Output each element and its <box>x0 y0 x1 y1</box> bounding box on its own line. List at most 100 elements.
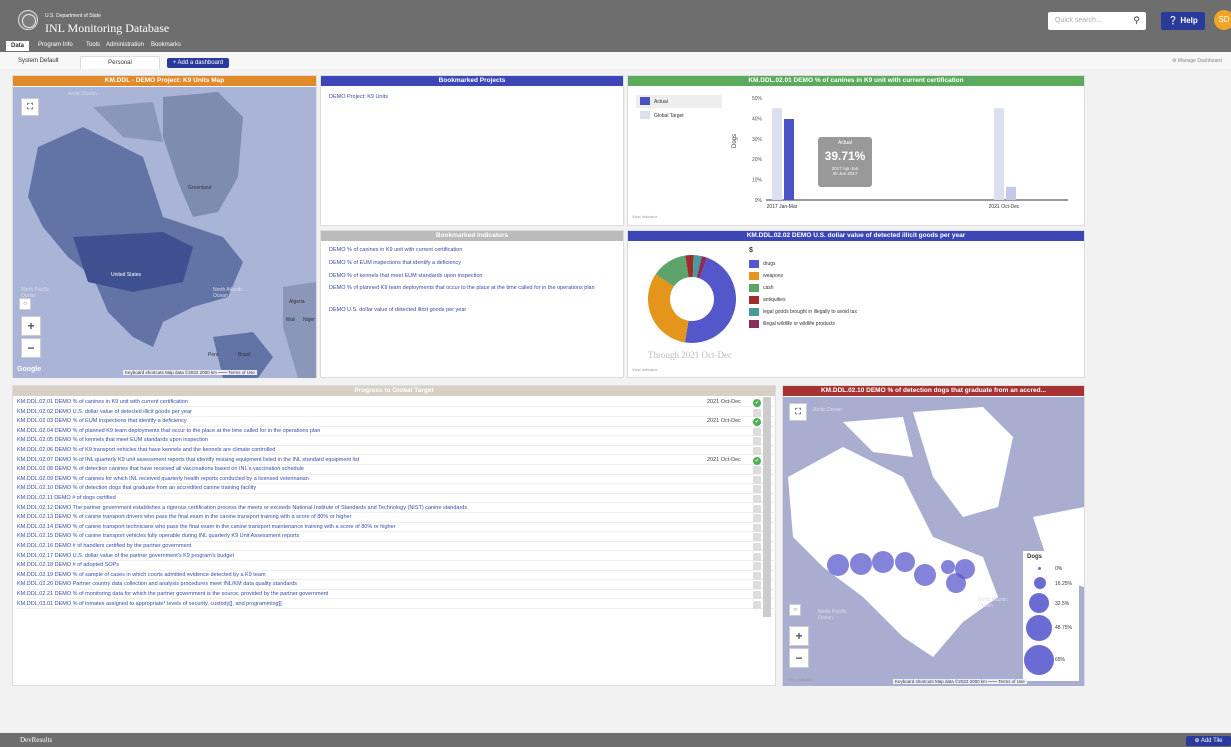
graduation-map[interactable]: Arctic Ocean North Pacific Ocean North A… <box>783 397 1084 686</box>
view-indicator-button[interactable]: View Indicator <box>788 677 813 682</box>
status-box <box>753 514 761 523</box>
indicator-link[interactable]: DEMO % of EUM inspections that identify … <box>329 259 614 268</box>
progress-row[interactable]: KM.DDL.02.02 DEMO U.S. dollar value of d… <box>17 408 777 417</box>
progress-row[interactable]: KM.DDL.02.05 DEMO % of kennels that meet… <box>17 436 777 446</box>
progress-row-label: KM.DDL.02.15 DEMO % of canine transport … <box>17 533 300 540</box>
progress-row-label: KM.DDL.02.08 DEMO % of detection canines… <box>17 466 304 473</box>
progress-row[interactable]: KM.DDL.02.11 DEMO # of dogs certified <box>17 494 777 504</box>
nav-tools[interactable]: Tools <box>86 42 100 48</box>
progress-row[interactable]: KM.DDL.02.19 DEMO % of sample of cases i… <box>17 571 777 581</box>
bookmarked-indicators-title: Bookmarked Indicators <box>321 231 623 241</box>
k9-map[interactable]: Arctic Ocean Greenland United States Nor… <box>13 87 316 378</box>
legend-label: legal goods brought in illegally to avoi… <box>763 309 857 315</box>
actual-bar[interactable] <box>784 118 794 200</box>
manage-dashboard-link[interactable]: ⚙ Manage Dashboard <box>1172 58 1222 64</box>
progress-row[interactable]: KM.DDL.02.20 DEMO Partner country data c… <box>17 580 777 590</box>
progress-row[interactable]: KM.DDL.02.01 DEMO % of canines in K9 uni… <box>17 398 777 408</box>
project-link-k9-units[interactable]: DEMO Project: K9 Units <box>329 93 388 102</box>
africa-shape <box>283 282 316 378</box>
north-atlantic-label: North Atlantic Ocean <box>213 287 243 299</box>
progress-row[interactable]: KM.DDL.02.21 DEMO % of monitoring data f… <box>17 590 777 600</box>
legend-circle <box>1026 615 1052 641</box>
progress-row[interactable]: KM.DDL.02.16 DEMO # of handlers certifie… <box>17 542 777 552</box>
arctic-ocean-label: Arctic Ocean <box>68 91 97 97</box>
add-tile-button[interactable]: ⊕ Add Tile <box>1186 736 1231 746</box>
indicator-link[interactable]: DEMO % of kennels that meet EUM standard… <box>329 272 614 281</box>
nav-bookmarks[interactable]: Bookmarks <box>151 42 181 48</box>
add-dashboard-button[interactable]: + Add a dashboard <box>167 58 229 68</box>
legend-value: 65% <box>1055 657 1066 663</box>
indicator-link[interactable]: DEMO U.S. dollar value of detected illic… <box>329 306 614 315</box>
status-box <box>753 571 761 580</box>
legend-target-swatch <box>640 111 650 119</box>
legend-circle <box>1038 567 1041 570</box>
progress-row[interactable]: KM.DDL.03.01 DEMO % of inmates assigned … <box>17 600 777 609</box>
progress-row[interactable]: KM.DDL.02.08 DEMO % of detection canines… <box>17 465 777 475</box>
arctic-ocean-label: Arctic Ocean <box>813 407 842 413</box>
street-view-icon[interactable]: ○ <box>19 298 31 310</box>
progress-row[interactable]: KM.DDL.02.18 DEMO # of adopted SOPs <box>17 561 777 571</box>
indicator-link[interactable]: DEMO % of canines in K9 unit with curren… <box>329 246 614 255</box>
check-icon: ✔ <box>753 418 761 427</box>
tab-personal[interactable]: Personal <box>80 56 160 69</box>
tab-system-default[interactable]: System Default <box>18 58 59 64</box>
nav-data[interactable]: Data <box>6 41 30 51</box>
check-icon: ✔ <box>753 399 761 407</box>
search-icon[interactable]: ⚲ <box>1133 15 1140 26</box>
progress-row[interactable]: KM.DDL.02.07 DEMO % of INL quarterly K9 … <box>17 456 777 465</box>
progress-row-date: 2021 Oct-Dec <box>707 456 741 463</box>
help-button[interactable]: ❔ Help <box>1161 12 1205 30</box>
target-bar[interactable] <box>772 108 782 200</box>
progress-scrollbar[interactable] <box>763 397 771 617</box>
progress-row[interactable]: KM.DDL.02.04 DEMO % of planned K9 team d… <box>17 427 777 437</box>
zoom-out-button[interactable]: − <box>21 338 41 358</box>
progress-row[interactable]: KM.DDL.02.10 DEMO % of detection dogs th… <box>17 484 777 494</box>
progress-row[interactable]: KM.DDL.02.12 DEMO The partner government… <box>17 504 777 513</box>
progress-row[interactable]: KM.DDL.02.03 DEMO % of EUM inspections t… <box>17 417 777 427</box>
bookmarked-projects-title: Bookmarked Projects <box>321 76 623 86</box>
target-bar[interactable] <box>994 108 1004 200</box>
legend-value: 16.25% <box>1055 581 1072 587</box>
donut-slice[interactable] <box>648 274 689 343</box>
indicator-link[interactable]: DEMO % of planned K9 team deployments th… <box>329 285 614 292</box>
progress-row[interactable]: KM.DDL.02.15 DEMO % of canine transport … <box>17 532 777 542</box>
app-title[interactable]: INL Monitoring Database <box>45 21 169 36</box>
progress-row[interactable]: KM.DDL.02.17 DEMO U.S. dollar value of t… <box>17 552 777 561</box>
view-indicator-button[interactable]: View Indicator <box>632 214 657 219</box>
zoom-in-button[interactable]: + <box>21 316 41 336</box>
legend-value: 0% <box>1055 566 1063 572</box>
status-box <box>753 543 761 551</box>
zoom-out-button[interactable]: − <box>789 648 809 668</box>
progress-row[interactable]: KM.DDL.02.09 DEMO % of canines for which… <box>17 475 777 485</box>
nav-administration[interactable]: Administration <box>106 42 144 48</box>
progress-row[interactable]: KM.DDL.02.13 DEMO % of canine transport … <box>17 513 777 523</box>
greenland-label: Greenland <box>188 185 212 191</box>
street-view-icon[interactable]: ○ <box>789 604 801 616</box>
dog-circle <box>827 554 849 576</box>
graduation-map-tile: KM.DDL.02.10 DEMO % of detection dogs th… <box>782 385 1085 686</box>
legend-circle <box>1024 645 1054 675</box>
status-box <box>753 533 761 542</box>
legend-value: 32.5% <box>1055 601 1070 607</box>
status-box <box>753 600 761 609</box>
view-indicator-button[interactable]: View Indicator <box>632 367 657 372</box>
legend-label: drugs <box>763 261 776 267</box>
north-atlantic-label: North Atlantic Ocean <box>978 597 1008 609</box>
y-tick-label: 20% <box>752 157 763 163</box>
actual-bar[interactable] <box>1006 186 1016 200</box>
progress-row[interactable]: KM.DDL.02.14 DEMO % of canine transport … <box>17 523 777 533</box>
quick-search-input[interactable]: Quick search... ⚲ <box>1048 12 1146 30</box>
progress-row[interactable]: KM.DDL.02.06 DEMO % of K9 transport vehi… <box>17 446 777 456</box>
fullscreen-icon[interactable]: ⛶ <box>21 98 39 116</box>
chart-tooltip: Actual 39.71% 2017 Apr-Jun 30 Jun 2017 <box>818 137 872 187</box>
nav-program-info[interactable]: Program Info <box>38 42 73 48</box>
fullscreen-icon[interactable]: ⛶ <box>789 403 807 421</box>
map-attribution[interactable]: Keyboard shortcuts Map data ©2022 2000 k… <box>123 370 257 375</box>
status-box <box>753 581 761 590</box>
progress-row-label: KM.DDL.02.07 DEMO % of INL quarterly K9 … <box>17 456 360 463</box>
map-attribution[interactable]: Keyboard shortcuts Map data ©2022 2000 k… <box>893 679 1027 684</box>
search-placeholder: Quick search... <box>1055 17 1102 24</box>
add-tile-label: Add Tile <box>1200 738 1223 744</box>
zoom-in-button[interactable]: + <box>789 626 809 646</box>
user-avatar[interactable]: SD <box>1214 10 1231 30</box>
